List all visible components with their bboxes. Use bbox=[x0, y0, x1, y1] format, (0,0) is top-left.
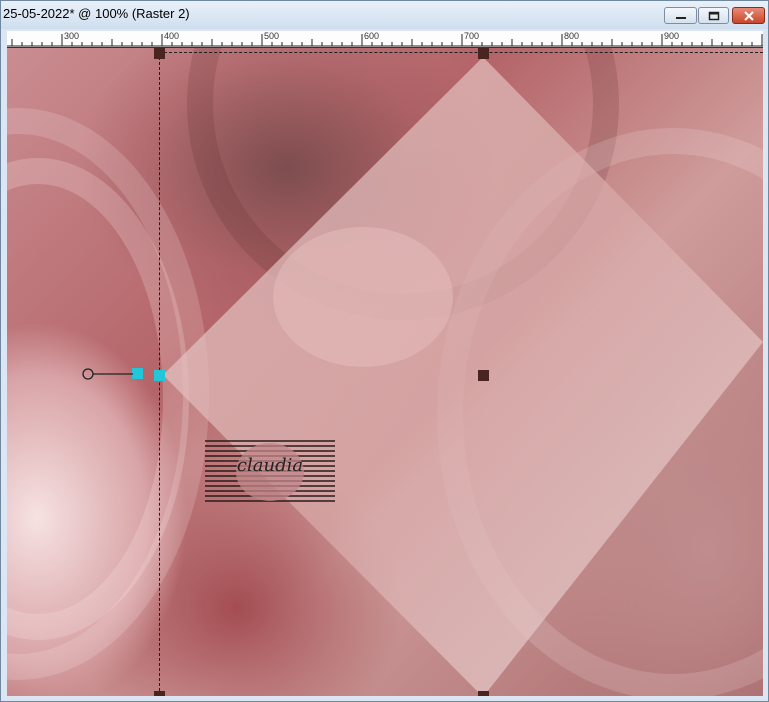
title-bar[interactable]: 25-05-2022* @ 100% (Raster 2) bbox=[1, 1, 768, 29]
transform-handle-icon[interactable] bbox=[478, 48, 489, 59]
selection-guide-top bbox=[159, 52, 763, 53]
horizontal-ruler[interactable]: 300 400 500 600 700 800 900 bbox=[7, 31, 763, 48]
diamond-shape[interactable] bbox=[163, 57, 763, 696]
watermark-text: claudia bbox=[236, 455, 304, 476]
ruler-label: 700 bbox=[464, 31, 480, 41]
maximize-icon bbox=[699, 8, 728, 23]
ruler-label: 600 bbox=[364, 31, 380, 41]
close-icon bbox=[733, 8, 764, 23]
transform-handle-icon[interactable] bbox=[478, 370, 489, 381]
ruler-label: 900 bbox=[664, 31, 680, 41]
minimize-button[interactable] bbox=[664, 7, 697, 24]
transform-handle-icon[interactable] bbox=[154, 48, 165, 59]
transform-handle-icon[interactable] bbox=[478, 691, 489, 696]
window-title: 25-05-2022* @ 100% (Raster 2) bbox=[3, 6, 190, 21]
ruler-label: 500 bbox=[264, 31, 280, 41]
transform-handle-icon[interactable] bbox=[154, 691, 165, 696]
ruler-label: 800 bbox=[564, 31, 580, 41]
ruler-ticks bbox=[7, 34, 763, 47]
minimize-icon bbox=[665, 8, 696, 23]
maximize-button[interactable] bbox=[698, 7, 729, 24]
watermark-logo: claudia bbox=[203, 439, 337, 503]
transform-handle-icon[interactable] bbox=[154, 370, 165, 381]
ruler-label: 400 bbox=[164, 31, 180, 41]
image-canvas[interactable]: claudia bbox=[7, 48, 763, 696]
ruler-label: 300 bbox=[64, 31, 80, 41]
image-window: 25-05-2022* @ 100% (Raster 2) 300 400 50… bbox=[0, 0, 769, 702]
rotation-handle-icon[interactable] bbox=[81, 363, 141, 385]
close-button[interactable] bbox=[732, 7, 765, 24]
